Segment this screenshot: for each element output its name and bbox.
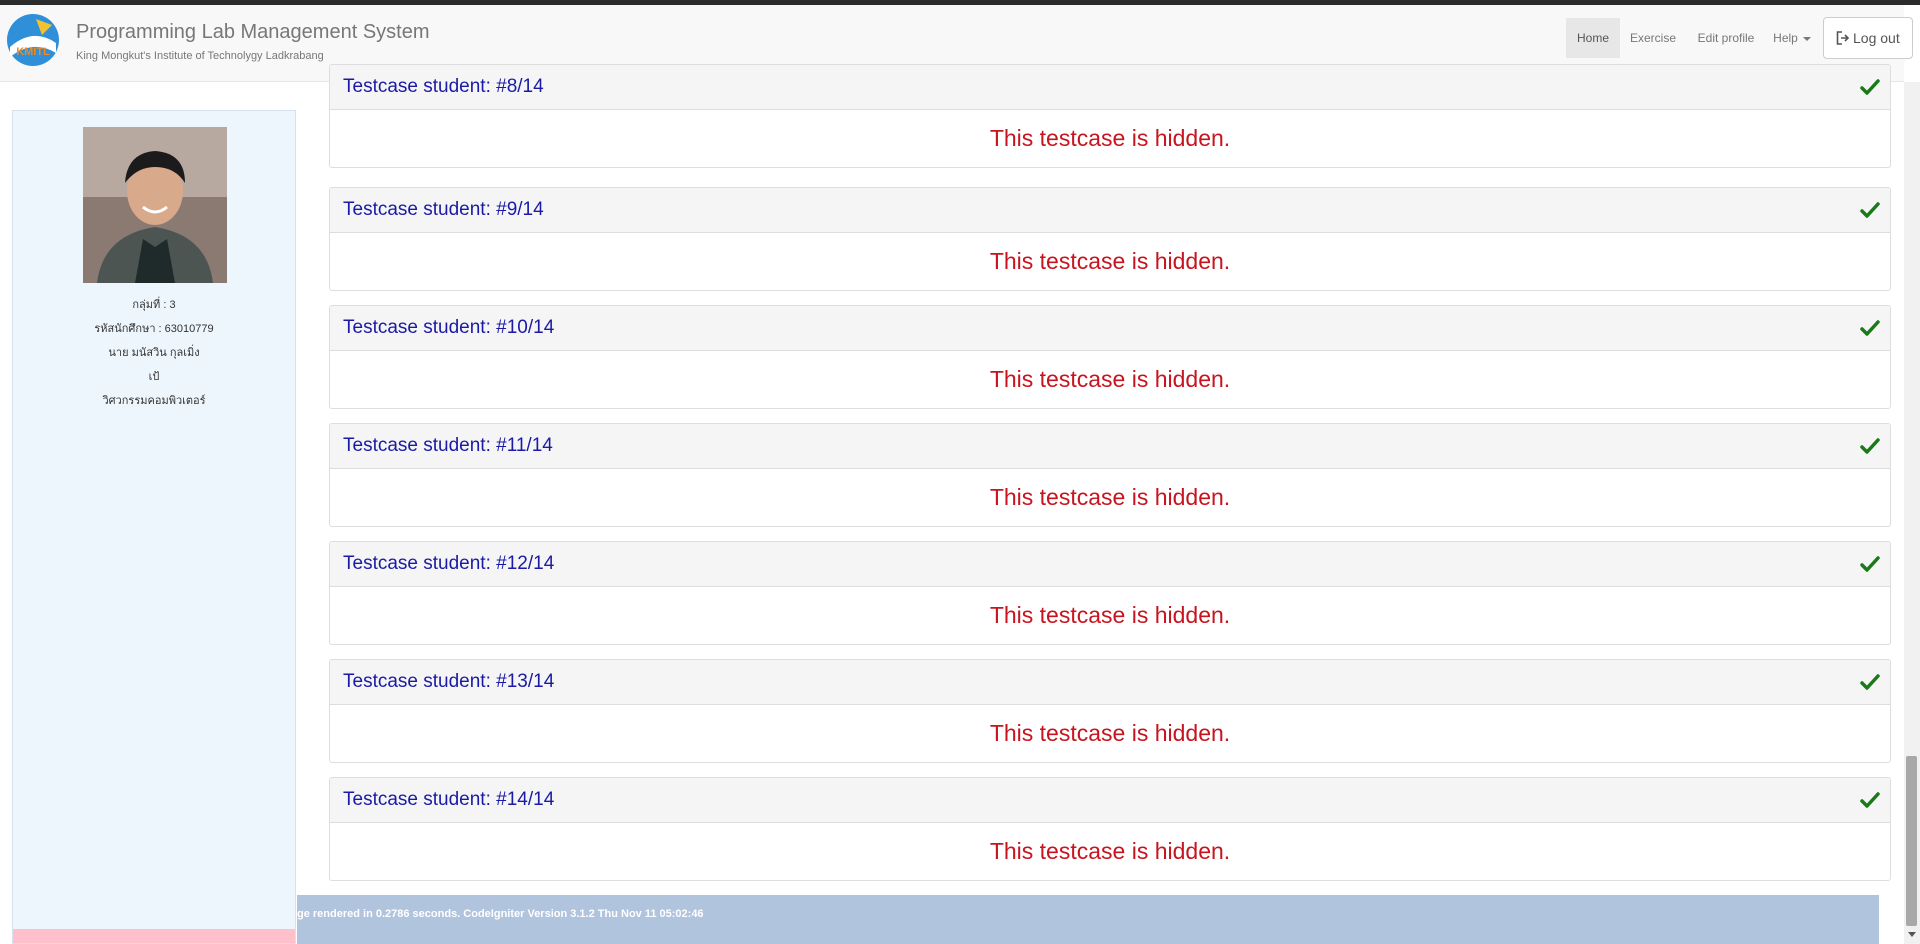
check-icon xyxy=(1860,792,1880,808)
page-footer: ge rendered in 0.2786 seconds. CodeIgnit… xyxy=(297,895,1879,944)
check-icon xyxy=(1860,674,1880,690)
testcase-title: Testcase student: #11/14 xyxy=(343,435,553,456)
student-department: วิศวกรรมคอมพิวเตอร์ xyxy=(102,395,206,407)
student-id: รหัสนักศึกษา : 63010779 xyxy=(94,323,214,335)
testcase-panel-10: Testcase student: #10/14 This testcase i… xyxy=(329,305,1891,409)
student-group: กลุ่มที่ : 3 xyxy=(132,299,176,311)
hidden-message: This testcase is hidden. xyxy=(989,484,1231,510)
testcase-title: Testcase student: #10/14 xyxy=(343,317,555,338)
testcase-panel-9: Testcase student: #9/14 This testcase is… xyxy=(329,187,1891,291)
testcase-panel-11: Testcase student: #11/14 This testcase i… xyxy=(329,423,1891,527)
testcase-title: Testcase student: #8/14 xyxy=(343,76,544,97)
logout-icon xyxy=(1836,31,1850,45)
testcase-panel-8: Testcase student: #8/14 This testcase is… xyxy=(329,64,1891,168)
check-icon xyxy=(1860,79,1880,95)
sidebar-bottom-bar xyxy=(13,929,295,943)
student-nickname: เป้ xyxy=(148,371,160,383)
logout-button[interactable]: Log out xyxy=(1823,17,1913,59)
check-icon xyxy=(1860,438,1880,454)
kmitl-logo[interactable]: KMITL xyxy=(6,13,60,67)
logout-label: Log out xyxy=(1853,30,1900,46)
check-icon xyxy=(1860,320,1880,336)
hidden-message: This testcase is hidden. xyxy=(989,366,1231,392)
scroll-down-arrow-icon[interactable] xyxy=(1908,932,1916,937)
nav-home[interactable]: Home xyxy=(1566,18,1620,58)
testcase-panel-12: Testcase student: #12/14 This testcase i… xyxy=(329,541,1891,645)
nav-help-dropdown[interactable]: Help xyxy=(1768,18,1816,58)
testcase-heading: Testcase student: #11/14 xyxy=(330,424,1890,469)
institute-subtitle: King Mongkut's Institute of Technolygy L… xyxy=(76,50,324,62)
check-icon xyxy=(1860,556,1880,572)
testcase-title: Testcase student: #14/14 xyxy=(343,789,555,810)
testcase-heading: Testcase student: #10/14 xyxy=(330,306,1890,351)
hidden-message: This testcase is hidden. xyxy=(989,838,1231,864)
testcase-heading: Testcase student: #9/14 xyxy=(330,188,1890,233)
testcase-title: Testcase student: #12/14 xyxy=(343,553,555,574)
hidden-message: This testcase is hidden. xyxy=(989,125,1231,151)
logo-text: KMITL xyxy=(16,46,50,58)
hidden-message: This testcase is hidden. xyxy=(989,720,1231,746)
testcase-heading: Testcase student: #12/14 xyxy=(330,542,1890,587)
testcase-panel-14: Testcase student: #14/14 This testcase i… xyxy=(329,777,1891,881)
check-icon xyxy=(1860,202,1880,218)
testcase-heading: Testcase student: #14/14 xyxy=(330,778,1890,823)
testcase-panel-13: Testcase student: #13/14 This testcase i… xyxy=(329,659,1891,763)
app-title[interactable]: Programming Lab Management System xyxy=(76,21,430,44)
hidden-message: This testcase is hidden. xyxy=(989,248,1231,274)
testcase-heading: Testcase student: #13/14 xyxy=(330,660,1890,705)
student-avatar xyxy=(83,127,227,283)
nav-exercise[interactable]: Exercise xyxy=(1624,18,1682,58)
scrollbar-thumb[interactable] xyxy=(1906,756,1917,926)
caret-down-icon xyxy=(1802,36,1811,41)
student-profile-sidebar: กลุ่มที่ : 3 รหัสนักศึกษา : 63010779 นาย… xyxy=(12,110,296,944)
hidden-message: This testcase is hidden. xyxy=(989,602,1231,628)
nav-edit-profile[interactable]: Edit profile xyxy=(1688,18,1764,58)
testcase-title: Testcase student: #9/14 xyxy=(343,199,544,220)
testcase-heading: Testcase student: #8/14 xyxy=(330,65,1890,110)
student-name: นาย มนัสวิน กุลเมิ่ง xyxy=(108,347,200,359)
testcase-title: Testcase student: #13/14 xyxy=(343,671,555,692)
footer-render-info: ge rendered in 0.2786 seconds. CodeIgnit… xyxy=(297,908,704,920)
nav-help-label: Help xyxy=(1773,31,1798,45)
